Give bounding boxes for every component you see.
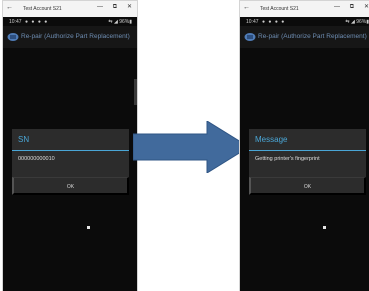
window-titlebar: ← Test Account S21 — ⧉ ✕ [240,1,369,17]
dialog-title: Message [255,135,288,144]
sn-dialog: SN 000000000010 OK [12,129,129,195]
close-icon[interactable]: ✕ [127,4,132,11]
minimize-icon[interactable]: — [97,4,103,11]
status-bar: 10:47 ● ● ● ● ⇆ ◢ 96%▮ [3,18,137,26]
left-phone-screen: ← Test Account S21 — ⧉ ✕ 10:47 ● ● ● ● ⇆… [2,0,138,291]
back-arrow-icon[interactable]: ← [6,4,13,11]
dialog-message: 000000000010 [18,156,55,162]
app-logo-icon [7,33,19,41]
dialog-divider [12,150,129,151]
ok-button[interactable]: OK [249,177,366,195]
app-bar: Re-pair (Authorize Part Replacement) [240,26,369,48]
status-icons: ● ● ● ● [262,19,286,25]
ok-button[interactable]: OK [12,177,129,195]
status-bar: 10:47 ● ● ● ● ⇆ ◢ 96%▮ [240,18,369,26]
status-icons: ● ● ● ● [25,19,49,25]
window-titlebar: ← Test Account S21 — ⧉ ✕ [3,1,137,17]
dialog-divider [249,150,366,151]
close-icon[interactable]: ✕ [364,4,369,11]
window-title: Test Account S21 [23,6,62,12]
app-bar: Re-pair (Authorize Part Replacement) [3,26,137,48]
back-arrow-icon[interactable]: ← [243,4,250,11]
dialog-message: Getting printer's fingerprint [255,156,320,162]
app-title: Re-pair (Authorize Part Replacement) [21,33,130,40]
mouse-cursor [323,226,326,229]
mouse-cursor [87,226,90,229]
right-arrow-icon [133,121,250,173]
message-dialog: Message Getting printer's fingerprint OK [249,129,366,195]
right-phone-screen: ← Test Account S21 — ⧉ ✕ 10:47 ● ● ● ● ⇆… [239,0,369,291]
side-handle[interactable] [134,79,137,105]
minimize-icon[interactable]: — [334,4,340,11]
status-time: 10:47 [246,19,259,25]
app-logo-icon [244,33,256,41]
status-right: ⇆ ◢ 96%▮ [345,19,369,25]
window-title: Test Account S21 [260,6,299,12]
maximize-icon[interactable]: ⧉ [113,4,117,11]
app-title: Re-pair (Authorize Part Replacement) [258,33,367,40]
maximize-icon[interactable]: ⧉ [350,4,354,11]
status-right: ⇆ ◢ 96%▮ [108,19,132,25]
dialog-title: SN [18,135,30,144]
status-time: 10:47 [9,19,22,25]
